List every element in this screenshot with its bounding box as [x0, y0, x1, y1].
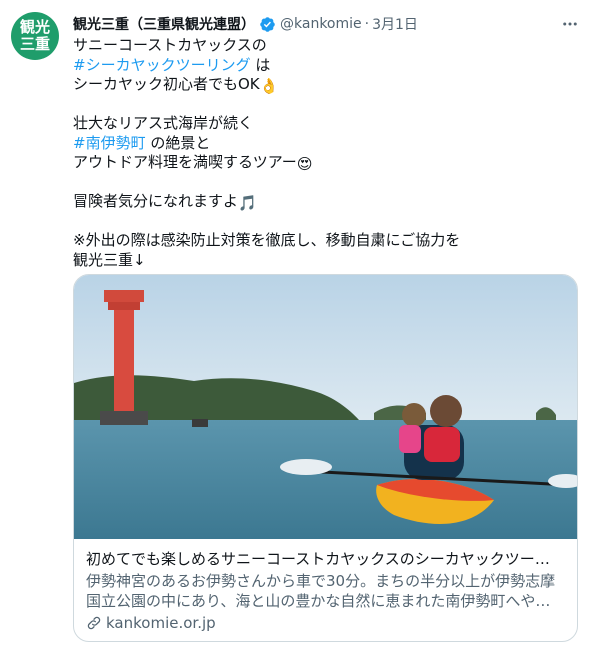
tweet[interactable]: 観光 三重 観光三重（三重県観光連盟） @kankomie · 3月1日 サニー…	[0, 0, 589, 652]
hashtag-link[interactable]: #シーカヤックツーリング	[73, 56, 251, 74]
avatar-text-bottom: 三重	[19, 35, 50, 53]
tweet-header: 観光三重（三重県観光連盟） @kankomie · 3月1日	[73, 14, 418, 34]
link-preview-card[interactable]: 初めてでも楽しめるサニーコーストカヤックスのシーカヤックツーリ… 伊勢神宮のある…	[73, 274, 578, 642]
author-name[interactable]: 観光三重（三重県観光連盟）	[73, 14, 255, 34]
tweet-text: サニーコーストカヤックスの #シーカヤックツーリング は シーカヤック初心者でも…	[73, 36, 573, 270]
verified-badge-icon	[259, 16, 276, 33]
card-domain-text: kankomie.or.jp	[106, 614, 216, 632]
tweet-line: 壮大なリアス式海岸が続く	[73, 114, 254, 132]
tweet-text-fragment: アウトドア料理を満喫するツアー	[73, 153, 297, 171]
tweet-line: 観光三重↓	[73, 250, 146, 269]
more-options-icon[interactable]	[558, 12, 582, 36]
card-description-line: 伊勢神宮のあるお伊勢さんから車で30分。まちの半分以上が伊勢志摩	[86, 572, 556, 590]
ok-hand-emoji-icon: 👌	[259, 77, 279, 95]
tweet-line: アウトドア料理を満喫するツアー😍	[73, 153, 573, 173]
tweet-line: 冒険者気分になれますよ🎵	[73, 192, 573, 212]
tweet-line: #シーカヤックツーリング は	[73, 56, 573, 76]
card-description: 伊勢神宮のあるお伊勢さんから車で30分。まちの半分以上が伊勢志摩 国立公園の中に…	[86, 571, 564, 611]
tweet-line: シーカヤック初心者でもOK👌	[73, 75, 573, 95]
card-title[interactable]: 初めてでも楽しめるサニーコーストカヤックスのシーカヤックツーリ…	[86, 549, 564, 569]
card-description-line: 国立公園の中にあり、海と山の豊かな自然に恵まれた南伊勢町へやっ…	[86, 592, 564, 610]
tweet-date[interactable]: 3月1日	[372, 14, 418, 34]
author-handle[interactable]: @kankomie	[280, 16, 362, 32]
separator-dot: ·	[364, 16, 370, 32]
avatar[interactable]: 観光 三重	[11, 12, 59, 60]
tweet-text-fragment: シーカヤック初心者でもOK	[73, 75, 260, 93]
avatar-text-top: 観光	[19, 18, 50, 36]
tweet-line: #南伊勢町 の絶景と	[73, 134, 573, 154]
tweet-line: サニーコーストカヤックスの	[73, 36, 267, 54]
link-icon	[87, 616, 101, 630]
hashtag-link[interactable]: #南伊勢町	[73, 134, 146, 152]
tweet-text-fragment: は	[250, 55, 271, 74]
heart-eyes-emoji-icon: 😍	[296, 155, 313, 173]
tweet-text-fragment: 冒険者気分になれますよ	[73, 192, 239, 210]
tweet-text-fragment: の絶景と	[145, 133, 211, 152]
music-note-emoji-icon: 🎵	[238, 194, 257, 212]
card-domain[interactable]: kankomie.or.jp	[86, 613, 566, 633]
card-text: 初めてでも楽しめるサニーコーストカヤックスのシーカヤックツーリ… 伊勢神宮のある…	[86, 549, 566, 633]
card-image	[74, 275, 577, 539]
tweet-line: ※外出の際は感染防止対策を徹底し、移動自粛にご協力を	[73, 231, 461, 249]
